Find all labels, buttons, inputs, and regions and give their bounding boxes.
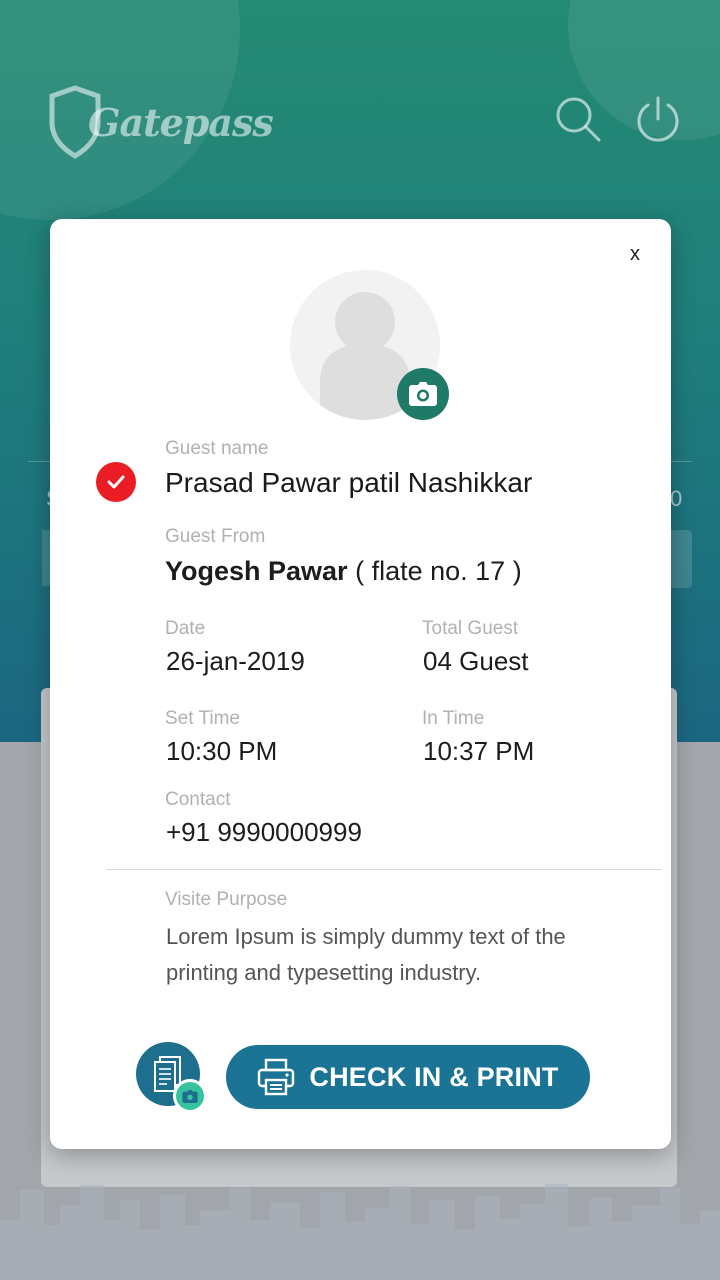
in-time-label: In Time <box>422 708 485 729</box>
guest-from-label: Guest From <box>165 526 266 547</box>
city-skyline-illustration <box>0 1184 720 1280</box>
camera-icon <box>409 382 437 406</box>
in-time-value: 10:37 PM <box>423 736 535 766</box>
visit-purpose-label: Visite Purpose <box>165 889 288 910</box>
check-icon <box>107 475 125 489</box>
date-label: Date <box>165 618 206 639</box>
total-guest-value: 04 Guest <box>423 646 529 676</box>
flat-number: ( flate no. 17 ) <box>355 556 522 586</box>
app-logo: Gatepass <box>48 84 274 160</box>
close-icon[interactable]: x <box>620 239 650 269</box>
power-icon <box>637 96 679 142</box>
contact-label: Contact <box>165 789 231 810</box>
guest-name-label: Guest name <box>165 438 269 459</box>
visit-purpose-text: Lorem Ipsum is simply dummy text of the … <box>166 924 566 985</box>
guest-details-modal: x Guest name Prasad Pawar patil Nashikka… <box>50 219 671 1149</box>
change-photo-button[interactable] <box>397 368 449 420</box>
date-value: 26-jan-2019 <box>166 646 305 676</box>
background-text: 0 <box>670 486 683 511</box>
logout-button[interactable] <box>634 95 682 143</box>
set-time-value: 10:30 PM <box>166 736 278 766</box>
camera-icon <box>182 1089 198 1103</box>
logo-text: Gatepass <box>88 99 274 145</box>
guest-from-value: Yogesh Pawar ( flate no. 17 ) <box>165 556 522 587</box>
check-in-print-button[interactable]: CHECK IN & PRINT <box>226 1045 590 1109</box>
modal-divider <box>106 869 662 870</box>
contact-value: +91 9990000999 <box>166 817 362 847</box>
guest-name-value: Prasad Pawar patil Nashikkar <box>165 467 533 498</box>
scan-camera-badge[interactable] <box>173 1079 207 1113</box>
set-time-label: Set Time <box>165 708 240 729</box>
verified-badge <box>96 462 136 502</box>
total-guest-label: Total Guest <box>422 618 519 639</box>
search-button[interactable] <box>554 95 602 143</box>
printer-icon <box>258 1058 295 1096</box>
host-name: Yogesh Pawar <box>165 556 348 586</box>
search-icon <box>556 97 601 142</box>
check-in-print-label: CHECK IN & PRINT <box>309 1061 559 1092</box>
